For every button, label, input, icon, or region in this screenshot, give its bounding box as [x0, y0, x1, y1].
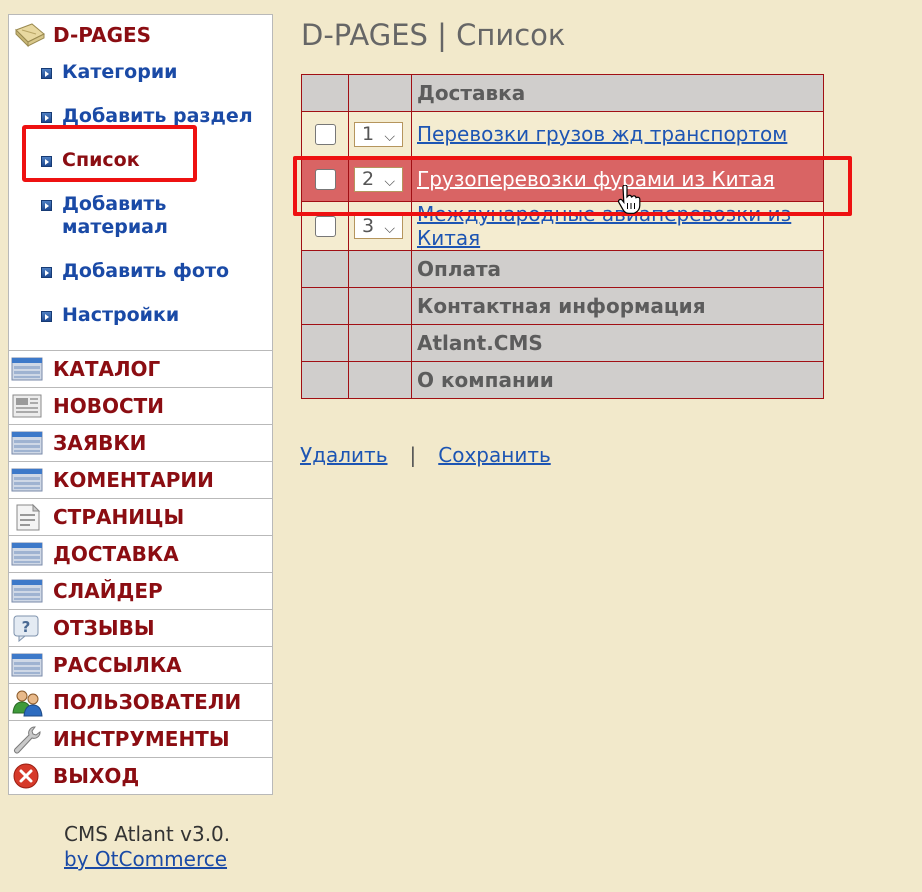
wrench-icon [14, 726, 41, 754]
menu-item-tools[interactable]: ИНСТРУМЕНТЫ [9, 721, 272, 758]
table-section-row: Доставка [301, 74, 824, 112]
order-select[interactable]: 2 ⌵ [354, 166, 403, 192]
table-actions: Удалить | Сохранить [300, 443, 551, 467]
arrow-bullet-icon [41, 68, 52, 79]
menu-item-delivery[interactable]: ДОСТАВКА [9, 536, 272, 573]
document-icon [16, 503, 41, 531]
pages-table: Доставка 1 ⌵ Перевозки грузов жд транспор… [301, 74, 824, 399]
item-link[interactable]: Перевозки грузов жд транспортом [417, 122, 787, 146]
module-header: D-PAGES [9, 15, 272, 53]
table-section-row: О компании [301, 361, 824, 399]
menu-item-comments[interactable]: КОМЕНТАРИИ [9, 462, 272, 499]
section-title[interactable]: Доставка [411, 74, 824, 112]
list-grid-icon [11, 468, 43, 492]
item-link[interactable]: Грузоперевозки фурами из Китая [417, 167, 775, 191]
menu-item-catalog[interactable]: КАТАЛОГ [9, 351, 272, 388]
list-grid-icon [11, 579, 43, 603]
order-select[interactable]: 1 ⌵ [354, 121, 403, 147]
section-title[interactable]: Оплата [411, 250, 824, 288]
row-checkbox[interactable] [314, 123, 336, 145]
menu-item-requests[interactable]: ЗАЯВКИ [9, 425, 272, 462]
section-title[interactable]: Atlant.CMS [411, 324, 824, 362]
table-section-row: Atlant.CMS [301, 324, 824, 362]
chevron-down-icon: ⌵ [384, 173, 395, 190]
chevron-down-icon: ⌵ [384, 220, 395, 237]
chevron-down-icon: ⌵ [384, 128, 395, 145]
menu-item-pages[interactable]: СТРАНИЦЫ [9, 499, 272, 536]
help-question-icon: ? [13, 615, 39, 643]
arrow-bullet-icon [41, 112, 52, 123]
table-row-selected: 2 ⌵ Грузоперевозки фурами из Китая [301, 156, 824, 202]
hand-pointer-icon [617, 185, 641, 214]
page-title: D-PAGES | Список [301, 18, 566, 52]
list-grid-icon [11, 653, 43, 677]
svg-text:?: ? [22, 618, 31, 636]
vendor-link[interactable]: by OtCommerce [64, 847, 227, 871]
table-section-row: Оплата [301, 250, 824, 288]
arrow-bullet-icon [41, 267, 52, 278]
arrow-bullet-icon [41, 156, 52, 167]
submenu-add-material[interactable]: Добавить материал [9, 193, 212, 239]
save-link[interactable]: Сохранить [438, 443, 551, 467]
table-row: 1 ⌵ Перевозки грузов жд транспортом [301, 111, 824, 157]
main-menu: КАТАЛОГ НОВОСТИ ЗАЯВКИ КОМЕНТАРИИ СТРАНИ… [9, 350, 272, 794]
list-grid-icon [11, 431, 43, 455]
menu-item-news[interactable]: НОВОСТИ [9, 388, 272, 425]
table-section-row: Контактная информация [301, 287, 824, 325]
item-link[interactable]: Международные авиаперевозки из Китая [417, 202, 791, 250]
row-checkbox[interactable] [314, 215, 336, 237]
list-grid-icon [11, 542, 43, 566]
row-checkbox[interactable] [314, 168, 336, 190]
table-row: 3 ⌵ Международные авиаперевозки из Китая [301, 201, 824, 251]
arrow-bullet-icon [41, 200, 52, 211]
order-select[interactable]: 3 ⌵ [354, 213, 403, 239]
book-icon [14, 22, 46, 52]
menu-item-users[interactable]: ПОЛЬЗОВАТЕЛИ [9, 684, 272, 721]
delete-link[interactable]: Удалить [300, 443, 388, 467]
arrow-bullet-icon [41, 311, 52, 322]
submenu-categories[interactable]: Категории [9, 61, 272, 84]
exit-x-icon [13, 763, 39, 789]
submenu-add-photo[interactable]: Добавить фото [9, 260, 272, 283]
list-grid-icon [11, 357, 43, 381]
actions-separator: | [409, 443, 417, 467]
newspaper-icon [12, 394, 42, 418]
menu-item-logout[interactable]: ВЫХОД [9, 758, 272, 794]
submenu-add-section[interactable]: Добавить раздел [9, 105, 272, 128]
menu-item-mailing[interactable]: РАССЫЛКА [9, 647, 272, 684]
cms-version: CMS Atlant v3.0. [64, 822, 231, 846]
section-title[interactable]: О компании [411, 361, 824, 399]
module-submenu: Категории Добавить раздел Список Добавит… [9, 61, 272, 350]
sidebar: D-PAGES Категории Добавить раздел Список… [8, 14, 273, 795]
submenu-settings[interactable]: Настройки [9, 304, 272, 327]
submenu-list[interactable]: Список [9, 149, 272, 172]
module-title: D-PAGES [53, 23, 152, 47]
sidebar-footer: CMS Atlant v3.0. by OtCommerce [64, 822, 230, 872]
menu-item-slider[interactable]: СЛАЙДЕР [9, 573, 272, 610]
users-icon [12, 690, 43, 717]
menu-item-reviews[interactable]: ? ОТЗЫВЫ [9, 610, 272, 647]
section-title[interactable]: Контактная информация [411, 287, 824, 325]
